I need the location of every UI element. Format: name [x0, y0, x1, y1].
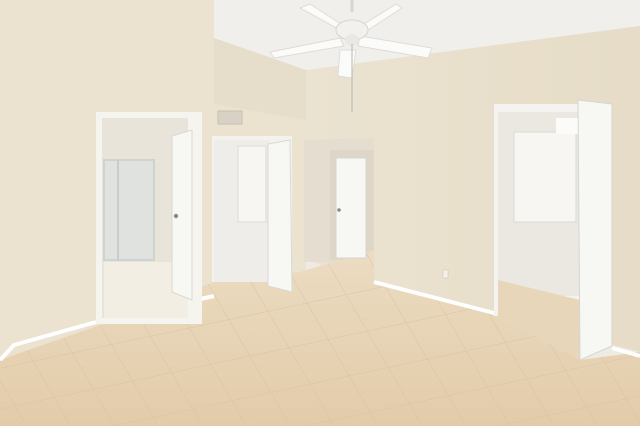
- right-closet-door: [577, 99, 613, 361]
- photo-scene: [0, 0, 640, 426]
- ac-vent: [217, 110, 243, 125]
- hallway-door: [335, 157, 367, 259]
- right-closet-shelf: [513, 131, 577, 223]
- middle-closet-door: [267, 139, 293, 293]
- wall-outlet: [442, 269, 449, 279]
- middle-closet-shelf: [237, 145, 267, 223]
- shower-glass: [103, 159, 155, 261]
- bathroom-door-knob: [173, 213, 179, 219]
- right-closet-light: [556, 118, 578, 134]
- hallway-door-knob: [337, 208, 341, 212]
- bedroom-photo: [0, 0, 640, 426]
